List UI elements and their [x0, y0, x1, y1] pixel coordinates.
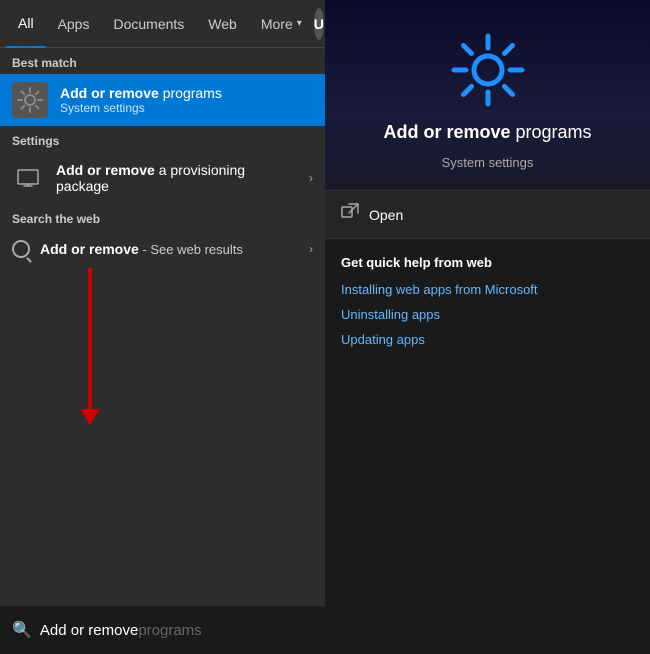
left-panel: All Apps Documents Web More ▾ U Best mat…	[0, 0, 325, 654]
tab-web[interactable]: Web	[196, 0, 249, 48]
tab-documents[interactable]: Documents	[101, 0, 196, 48]
app-hero: Add or remove programs System settings	[325, 0, 650, 190]
quick-help-section: Get quick help from web Installing web a…	[325, 239, 650, 654]
help-link-uninstalling[interactable]: Uninstalling apps	[341, 307, 634, 322]
settings-item-text: Add or remove a provisioning package	[56, 162, 297, 194]
tab-apps[interactable]: Apps	[46, 0, 102, 48]
app-hero-subtitle: System settings	[442, 155, 534, 170]
search-icon: 🔍	[12, 620, 32, 640]
quick-help-title: Get quick help from web	[341, 255, 634, 270]
app-gear-icon	[448, 30, 528, 110]
web-search-label: Search the web	[0, 204, 325, 230]
red-arrow	[88, 268, 92, 424]
provisioning-icon	[12, 162, 44, 194]
open-button[interactable]: Open	[325, 190, 650, 239]
settings-icon	[12, 82, 48, 118]
best-match-label: Best match	[0, 48, 325, 74]
search-input-display: Add or removeprograms	[40, 622, 202, 639]
nav-tabs: All Apps Documents Web More ▾ U	[0, 0, 325, 48]
best-match-title: Add or remove programs	[60, 85, 222, 101]
search-typed-text: Add or remove	[40, 622, 138, 639]
chevron-right-web-icon: ›	[309, 242, 313, 256]
settings-label: Settings	[0, 126, 325, 152]
chevron-right-icon: ›	[309, 171, 313, 185]
best-match-subtitle: System settings	[60, 101, 222, 115]
help-link-updating[interactable]: Updating apps	[341, 332, 634, 347]
search-web-icon	[12, 240, 30, 258]
best-match-text: Add or remove programs System settings	[60, 85, 222, 115]
arrow-indicator-area	[0, 268, 325, 468]
web-item-text: Add or remove - See web results	[40, 241, 243, 257]
user-avatar[interactable]: U	[314, 8, 324, 40]
open-icon	[341, 203, 359, 226]
best-match-item[interactable]: Add or remove programs System settings	[0, 74, 325, 126]
tab-more[interactable]: More ▾	[249, 0, 314, 48]
chevron-down-icon: ▾	[297, 18, 302, 29]
tab-all[interactable]: All	[6, 0, 46, 48]
search-bar[interactable]: 🔍 Add or removeprograms	[0, 606, 325, 654]
help-link-installing[interactable]: Installing web apps from Microsoft	[341, 282, 634, 297]
right-panel: Add or remove programs System settings O…	[325, 0, 650, 654]
open-label: Open	[369, 207, 403, 223]
search-placeholder-text: programs	[138, 622, 201, 639]
settings-item[interactable]: Add or remove a provisioning package ›	[0, 152, 325, 204]
app-hero-title: Add or remove programs	[383, 122, 591, 143]
web-search-item[interactable]: Add or remove - See web results ›	[0, 230, 325, 268]
content-area: Best match Add or remove programs System…	[0, 48, 325, 606]
